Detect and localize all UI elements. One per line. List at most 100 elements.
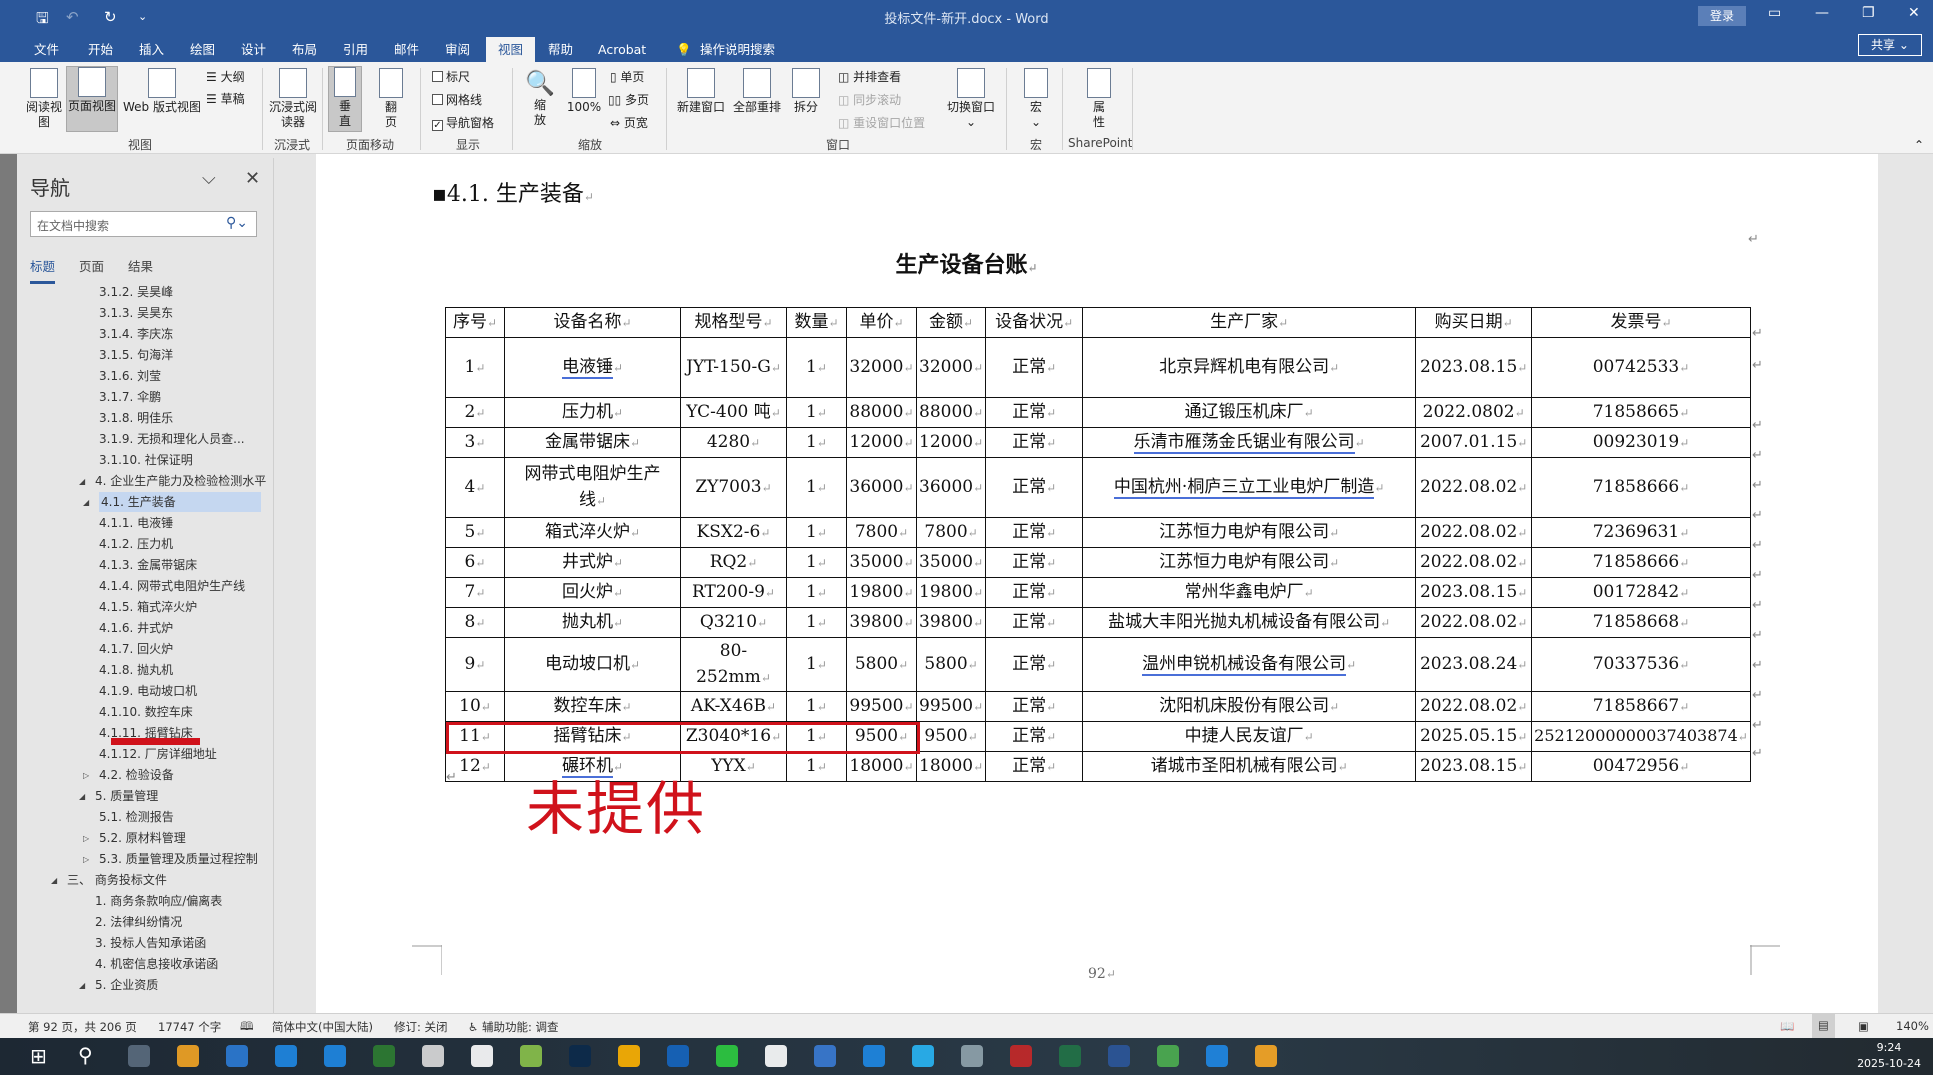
nav-heading-item[interactable]: 5. 质量管理 [95,786,158,806]
switch-windows-button[interactable]: 切换窗口 ⌄ [944,68,998,130]
app-icon[interactable] [373,1045,395,1067]
checkbox[interactable] [432,71,443,82]
app-icon[interactable] [177,1045,199,1067]
nav-heading-item[interactable]: 4. 企业生产能力及检验检测水平 [95,471,266,491]
app-icon[interactable] [422,1045,444,1067]
collapse-icon[interactable]: ◢ [83,498,89,507]
web-layout-icon[interactable]: ▣ [1858,1019,1869,1033]
nav-heading-item[interactable]: 3.1.2. 吴昊峰 [99,282,173,302]
tab-draw[interactable]: 绘图 [182,37,223,62]
file-icon[interactable] [471,1045,493,1067]
app-icon[interactable] [667,1045,689,1067]
nav-heading-item[interactable]: 3.1.4. 李庆冻 [99,324,173,344]
multiple-pages-button[interactable]: ▯▯ 多页 [608,91,649,108]
nav-heading-item[interactable]: 3.1.5. 句海洋 [99,345,173,365]
browser-icon[interactable] [912,1045,934,1067]
page-width-button[interactable]: ⇔ 页宽 [610,114,648,131]
app-icon[interactable] [863,1045,885,1067]
photoshop-icon[interactable] [569,1045,591,1067]
accessibility-status[interactable]: ♿ 辅助功能: 调查 [468,1019,559,1035]
share-button[interactable]: 共享 ⌄ [1858,34,1922,56]
minimize-button[interactable]: — [1815,5,1829,21]
language-status[interactable]: 简体中文(中国大陆) [272,1019,373,1035]
collapse-icon[interactable]: ◢ [79,792,85,801]
view-side-by-side-button[interactable]: ◫ 并排查看 [838,68,901,85]
new-window-button[interactable]: 新建窗口 [674,68,728,115]
app-icon[interactable] [226,1045,248,1067]
app-icon[interactable] [324,1045,346,1067]
collapse-icon[interactable]: ◢ [79,477,85,486]
nav-heading-item[interactable]: 1. 商务条款响应/偏离表 [95,891,222,911]
expand-icon[interactable]: ▷ [83,834,89,843]
proofing-icon[interactable]: 🕮 [240,1019,254,1038]
draft-button[interactable]: ☰ 草稿 [206,90,245,107]
nav-heading-item[interactable]: 4.2. 检验设备 [99,765,174,785]
outline-button[interactable]: ☰ 大纲 [206,68,245,85]
nav-heading-item[interactable]: 3.1.8. 明佳乐 [99,408,173,428]
qq-icon[interactable] [765,1045,787,1067]
nav-heading-item[interactable]: 5. 企业资质 [95,975,158,995]
tab-file[interactable]: 文件 [26,37,67,62]
nav-heading-item[interactable]: 5.2. 原材料管理 [99,828,186,848]
app-icon[interactable] [1206,1045,1228,1067]
tab-mailings[interactable]: 邮件 [386,37,427,62]
print-layout-button[interactable]: 页面视图 [66,66,118,132]
nav-heading-item[interactable]: 4.1.12. 厂房详细地址 [99,744,217,764]
search-icon[interactable]: ⚲⌄ [226,215,248,231]
nav-heading-item[interactable]: 4.1.3. 金属带锯床 [99,555,197,575]
expand-icon[interactable]: ▷ [83,771,89,780]
nav-heading-item[interactable]: 4.1.10. 数控车床 [99,702,193,722]
nav-heading-item[interactable]: 4.1. 生产装备 [99,492,261,512]
gridlines-checkbox[interactable]: 网格线 [432,91,482,108]
properties-button[interactable]: 属性 [1084,68,1114,130]
one-page-button[interactable]: ▯ 单页 [610,68,644,85]
nav-search-input[interactable]: 在文档中搜索 ⚲⌄ [30,211,257,237]
nav-heading-item[interactable]: 2. 法律纠纷情况 [95,912,182,932]
tab-insert[interactable]: 插入 [131,37,172,62]
nav-heading-item[interactable]: 3. 投标人告知承诺函 [95,933,206,953]
close-icon[interactable]: ✕ [245,168,260,189]
nav-heading-item[interactable]: 3.1.3. 吴昊东 [99,303,173,323]
clock[interactable]: 9:24 2025-10-24 [1857,1040,1921,1072]
nav-pane-checkbox[interactable]: ✓ 导航窗格 [432,114,494,131]
immersive-reader-button[interactable]: 沉浸式阅读器 [268,68,318,130]
app-icon[interactable] [1157,1045,1179,1067]
page-count[interactable]: 第 92 页，共 206 页 [28,1019,137,1035]
nav-heading-item[interactable]: 5.1. 检测报告 [99,807,174,827]
nav-heading-item[interactable]: 三、 商务投标文件 [67,870,167,890]
zoom-button[interactable]: 🔍 缩放 [524,68,556,128]
tab-home[interactable]: 开始 [80,37,121,62]
nav-heading-item[interactable]: 4.1.1. 电液锤 [99,513,173,533]
nav-heading-item[interactable]: 3.1.6. 刘莹 [99,366,161,386]
wechat-icon[interactable] [716,1045,738,1067]
print-layout-icon[interactable]: ▤ [1812,1014,1835,1038]
nav-heading-item[interactable]: 4.1.4. 网带式电阻炉生产线 [99,576,245,596]
nav-heading-item[interactable]: 4.1.8. 抛丸机 [99,660,173,680]
chevron-down-icon[interactable]: ⌵ [202,168,216,189]
restore-button[interactable]: ❐ [1862,5,1875,21]
read-mode-button[interactable]: 阅读视图 [24,68,64,130]
vertical-scrollbar[interactable] [1880,154,1933,1013]
zoom-level[interactable]: 140% [1896,1019,1929,1033]
tab-acrobat[interactable]: Acrobat [590,37,654,62]
collapse-icon[interactable]: ◢ [51,876,57,885]
checkbox[interactable] [432,94,443,105]
macros-button[interactable]: 宏 ⌄ [1020,68,1052,130]
collapse-ribbon-icon[interactable]: ⌃ [1914,138,1924,152]
app-icon[interactable] [520,1045,542,1067]
login-button[interactable]: 登录 [1698,6,1746,26]
nav-heading-item[interactable]: 4.1.2. 压力机 [99,534,173,554]
ruler-checkbox[interactable]: 标尺 [432,68,470,85]
app-icon[interactable] [814,1045,836,1067]
tab-references[interactable]: 引用 [335,37,376,62]
nav-heading-item[interactable]: 3.1.7. 伞鹏 [99,387,161,407]
web-layout-button[interactable]: Web 版式视图 [120,68,204,115]
nav-heading-item[interactable]: 3.1.10. 社保证明 [99,450,193,470]
nav-heading-item[interactable]: 4.1.9. 电动坡口机 [99,681,197,701]
tell-me-search[interactable]: 操作说明搜索 [692,37,783,62]
nav-heading-item[interactable]: 4.1.6. 井式炉 [99,618,173,638]
split-button[interactable]: 拆分 [788,68,824,115]
app-icon[interactable] [961,1045,983,1067]
track-changes-status[interactable]: 修订: 关闭 [394,1019,448,1035]
zoom-100-button[interactable]: 100% [566,68,602,115]
